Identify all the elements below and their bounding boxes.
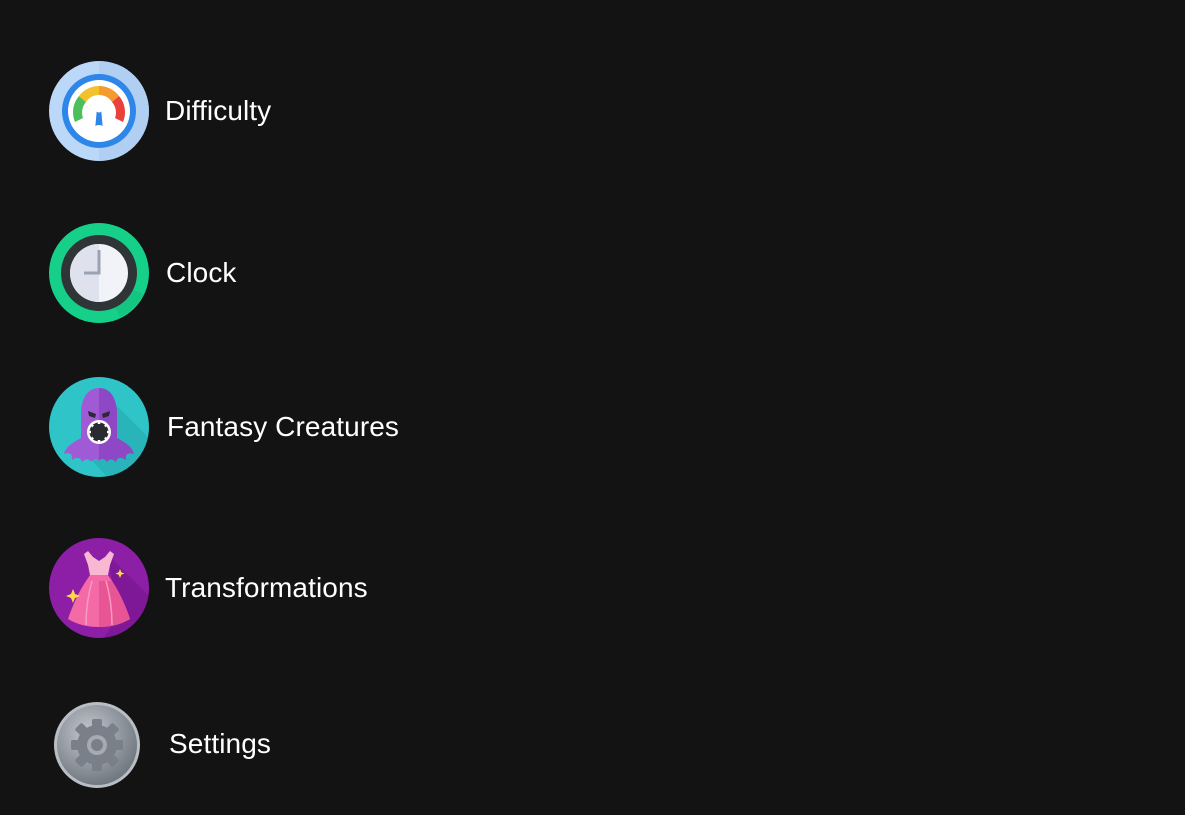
clock-icon (48, 222, 150, 324)
menu-item-fantasy-creatures[interactable]: Fantasy Creatures (48, 376, 399, 478)
speedometer-icon (48, 60, 150, 162)
gear-icon (48, 693, 150, 795)
dress-icon (48, 537, 150, 639)
menu-label-clock: Clock (166, 257, 237, 288)
menu-label-transformations: Transformations (165, 572, 368, 603)
menu-item-settings[interactable]: Settings (48, 693, 271, 795)
main-menu: Difficulty Clock Fantasy Creatures Trans… (0, 0, 1185, 815)
menu-item-transformations[interactable]: Transformations (48, 537, 368, 639)
menu-label-settings: Settings (169, 728, 271, 759)
hooded-creature-icon (48, 376, 150, 478)
menu-label-difficulty: Difficulty (165, 95, 272, 126)
menu-label-fantasy-creatures: Fantasy Creatures (167, 411, 400, 442)
menu-item-difficulty[interactable]: Difficulty (48, 60, 271, 162)
menu-item-clock[interactable]: Clock (48, 222, 237, 324)
